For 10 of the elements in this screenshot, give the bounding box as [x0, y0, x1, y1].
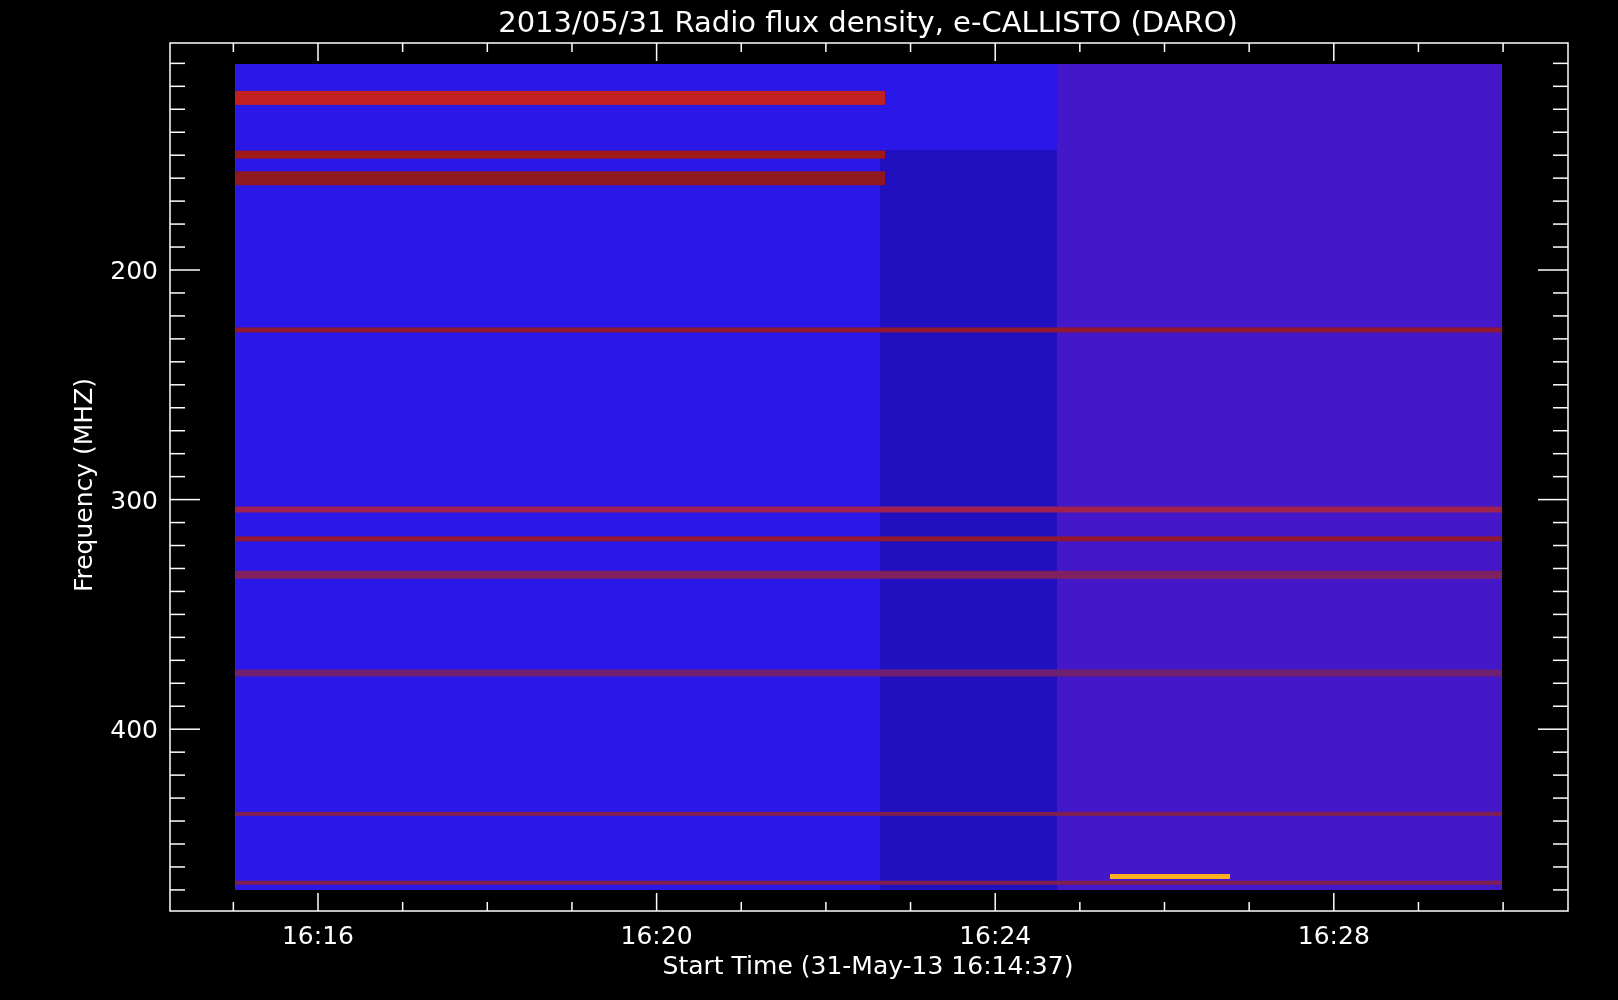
x-tick-label: 16:24 [959, 921, 1032, 950]
x-axis-label: Start Time (31-May-13 16:14:37) [662, 951, 1074, 980]
y-tick-label: 400 [110, 715, 158, 745]
x-tick-label: 16:28 [1297, 921, 1370, 950]
chart-title: 2013/05/31 Radio flux density, e-CALLISTO (DARO) [498, 5, 1238, 39]
x-tick-label: 16:20 [620, 921, 693, 950]
y-axis-label: Frequency (MHZ) [69, 377, 98, 593]
x-tick-label: 16:16 [282, 921, 354, 950]
y-tick-label: 300 [110, 485, 158, 515]
y-tick-label: 200 [110, 256, 158, 285]
